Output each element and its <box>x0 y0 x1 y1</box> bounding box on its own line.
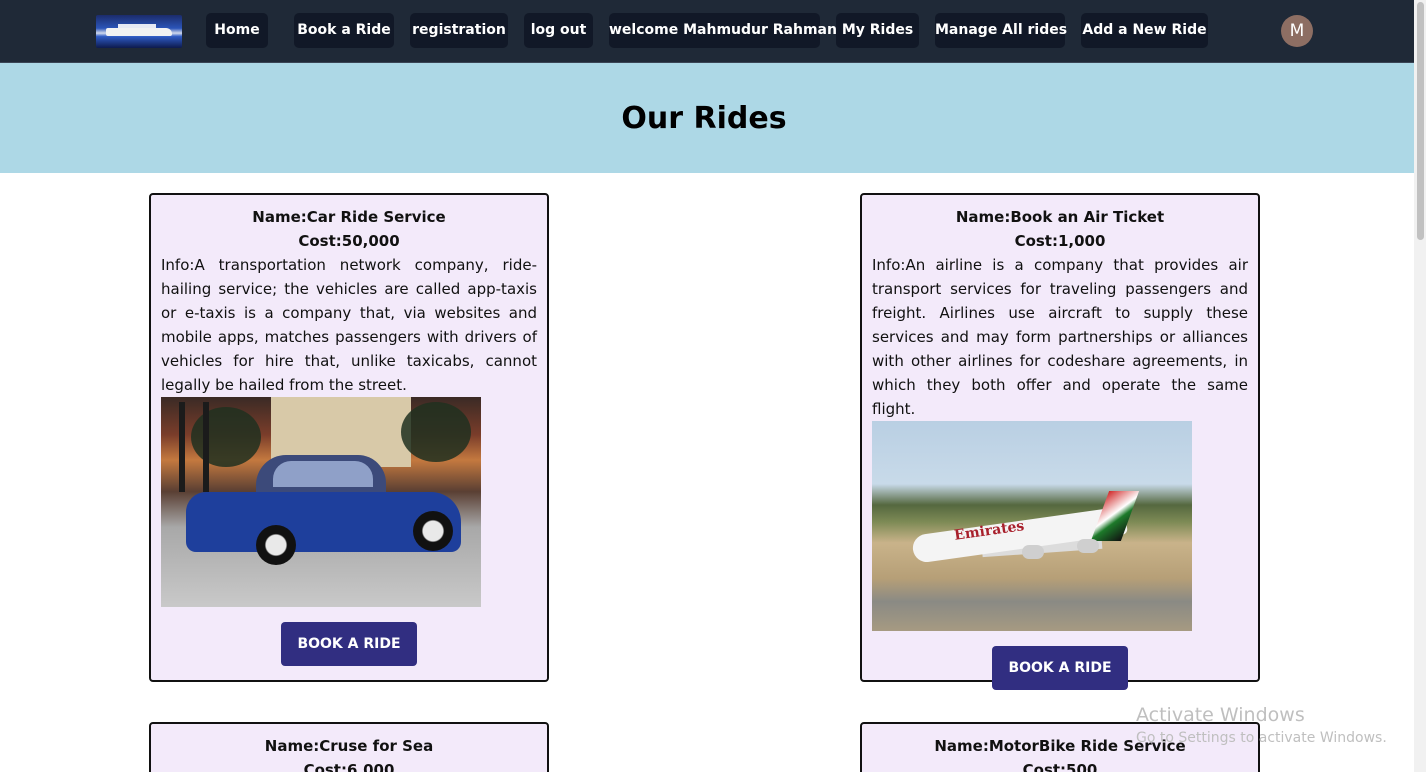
nav-logout-button[interactable]: log out <box>524 13 593 48</box>
page-header-banner: Our Rides <box>0 63 1414 173</box>
ride-name: Name:Cruse for Sea <box>264 737 434 755</box>
ride-card: Name:Car Ride Service Cost:50,000 Info:A… <box>149 193 549 682</box>
windows-activation-watermark: Activate Windows Go to Settings to activ… <box>1136 703 1387 749</box>
nav-home-button[interactable]: Home <box>206 13 268 48</box>
car-wheel <box>413 511 453 551</box>
watermark-subtitle: Go to Settings to activate Windows. <box>1136 730 1387 746</box>
page-title: Our Rides <box>621 101 787 136</box>
nav-my-rides-button[interactable]: My Rides <box>836 13 919 48</box>
watermark-title: Activate Windows <box>1136 704 1305 726</box>
ride-cost: Cost:50,000 <box>298 232 400 250</box>
nav-book-ride-button[interactable]: Book a Ride <box>294 13 394 48</box>
palm-tree <box>401 402 471 462</box>
ride-cost: Cost:1,000 <box>1014 232 1106 250</box>
ride-card: Name:Book an Air Ticket Cost:1,000 Info:… <box>860 193 1260 690</box>
cruise-ship-logo[interactable] <box>96 15 182 48</box>
book-ride-button[interactable]: BOOK A RIDE <box>992 646 1128 690</box>
plane-engine <box>1077 539 1099 553</box>
ride-info: Info:An airline is a company that provid… <box>872 256 1248 418</box>
car-wheel <box>256 525 296 565</box>
airplane-photo: Emirates <box>872 421 1192 631</box>
vertical-scrollbar[interactable] <box>1414 0 1426 772</box>
nav-manage-rides-button[interactable]: Manage All rides <box>935 13 1067 48</box>
ride-card: Name:Cruse for Sea Cost:6,000 <box>149 722 549 772</box>
logo-ship-hull <box>106 28 172 36</box>
ride-name: Name:Book an Air Ticket <box>955 208 1165 226</box>
luxury-car-photo <box>161 397 481 607</box>
car-window <box>273 461 373 487</box>
ride-info: Info:A transportation network company, r… <box>161 256 537 394</box>
street-lamp <box>203 402 209 492</box>
nav-welcome-user[interactable]: welcome Mahmudur Rahman <box>609 13 837 48</box>
ride-cost: Cost:500 <box>1022 761 1098 772</box>
plane-engine <box>1022 545 1044 559</box>
scrollbar-thumb[interactable] <box>1417 2 1424 240</box>
street-lamp <box>179 402 185 492</box>
ride-cost: Cost:6,000 <box>303 761 395 772</box>
palm-tree <box>191 407 261 467</box>
book-ride-button[interactable]: BOOK A RIDE <box>281 622 417 666</box>
ride-name: Name:Car Ride Service <box>252 208 446 226</box>
avatar[interactable]: M <box>1281 15 1313 47</box>
nav-registration-button[interactable]: registration <box>410 13 508 48</box>
navbar: Home Book a Ride registration log out we… <box>0 0 1414 63</box>
nav-add-ride-button[interactable]: Add a New Ride <box>1081 13 1208 48</box>
